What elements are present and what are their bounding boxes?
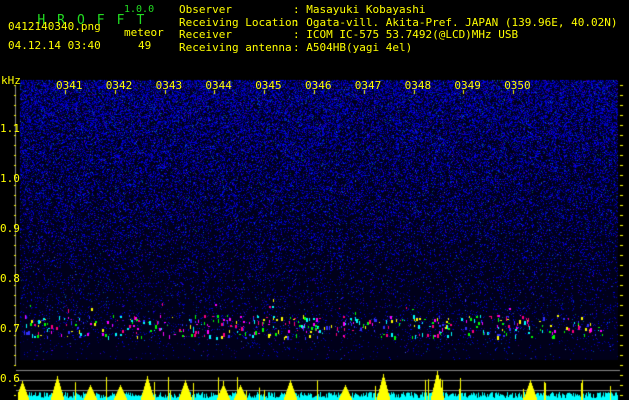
x-tick-label: 0350	[504, 79, 531, 92]
x-tick-label: 0349	[454, 79, 481, 92]
y-tick-label: 0.6	[0, 372, 20, 385]
meteor-count: 49	[138, 39, 152, 52]
spectrogram	[0, 0, 629, 400]
info-label: Receiving antenna	[179, 40, 292, 54]
filename: 0412140340.png	[8, 20, 101, 33]
version: 1.0.0	[124, 4, 155, 15]
y-tick-label: 0.9	[0, 222, 20, 235]
y-tick-label: 1.0	[0, 172, 20, 185]
y-tick-label: 1.1	[0, 122, 20, 135]
info-value: : ICOM IC-575 53.7492(@LCD)MHz USB	[293, 28, 519, 41]
x-tick-label: 0343	[155, 79, 183, 92]
hrofft-window: HROFFT 1.0.0 0412140340.png meteor 04.12…	[0, 0, 629, 400]
x-tick-label: 0341	[56, 79, 83, 92]
x-tick-label: 0344	[205, 79, 232, 92]
meteor-label: meteor	[124, 26, 164, 39]
datetime: 04.12.14 03:40	[8, 39, 101, 52]
x-tick-label: 0347	[354, 79, 382, 92]
info-label: Receiver	[179, 28, 232, 41]
y-axis-unit: kHz	[1, 74, 21, 87]
info-value: : Masayuki Kobayashi	[293, 3, 426, 16]
info-value: : Ogata-vill. Akita-Pref. JAPAN (139.96E…	[293, 15, 618, 29]
y-tick-label: 0.7	[0, 322, 20, 335]
x-tick-label: 0348	[404, 79, 432, 92]
x-tick-label: 0342	[105, 79, 133, 92]
info-label: Observer	[179, 3, 232, 16]
info-label: Receiving Location	[179, 15, 299, 29]
y-tick-label: 0.8	[0, 272, 20, 285]
info-value: : A504HB(yagi 4el)	[293, 40, 413, 54]
x-tick-label: 0345	[255, 79, 282, 92]
x-tick-label: 0346	[305, 79, 332, 92]
